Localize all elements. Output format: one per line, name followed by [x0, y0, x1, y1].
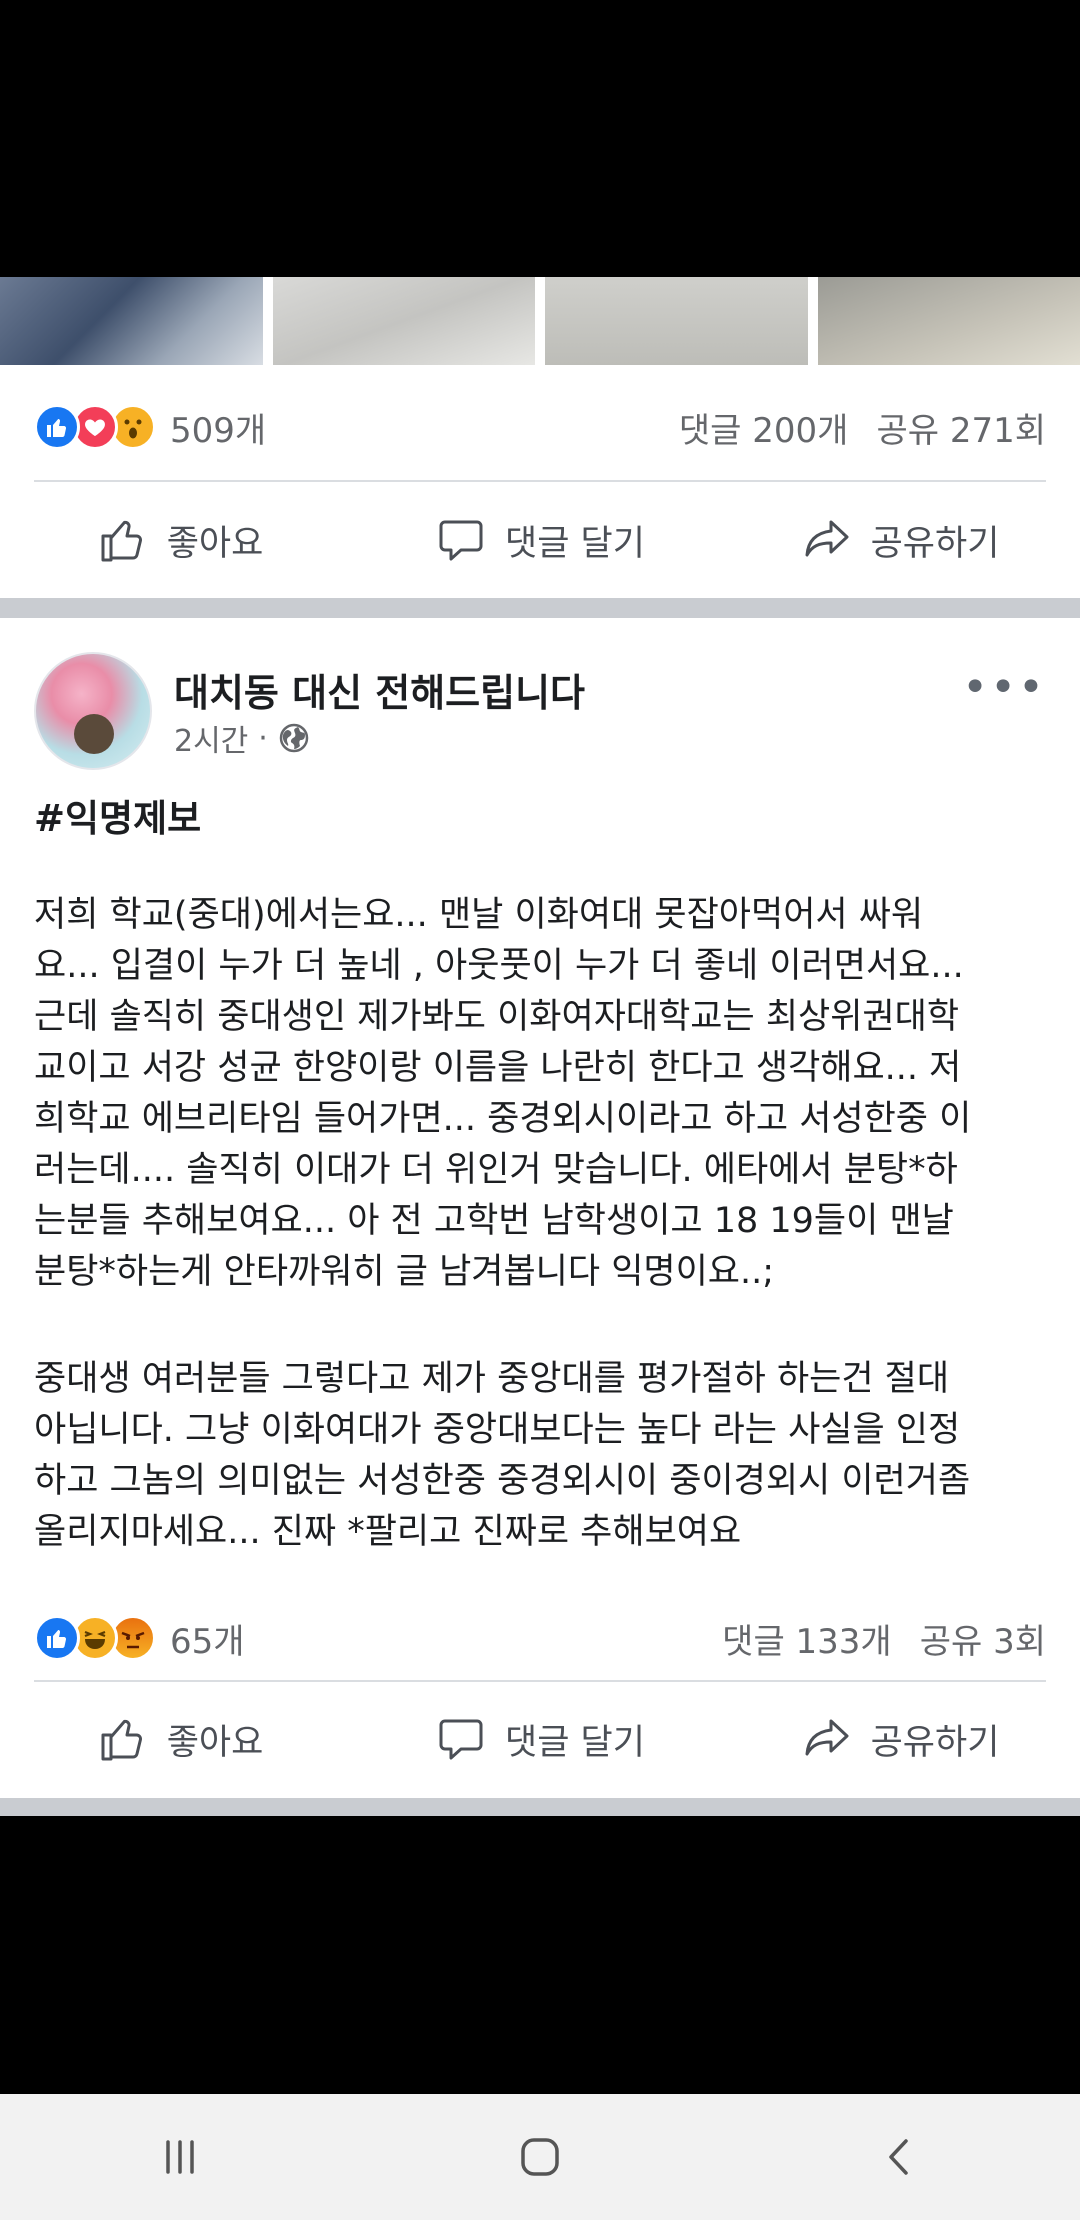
post-paragraph-2: 중대생 여러분들 그렇다고 제가 중앙대를 평가절하 하는건 절대 아닙니다. … — [34, 1359, 971, 1552]
comment-count[interactable]: 댓글 200개 — [679, 403, 849, 452]
divider — [34, 1680, 1046, 1682]
comment-button[interactable]: 댓글 달기 — [360, 1713, 720, 1765]
system-navigation-bar — [0, 2094, 1080, 2220]
meta-separator: · — [258, 720, 268, 756]
avatar-figure — [74, 714, 114, 754]
post-time[interactable]: 2시간 — [174, 716, 248, 760]
reactions-summary[interactable]: 65개 댓글 133개 공유 3회 — [34, 1608, 1046, 1668]
action-bar: 좋아요 댓글 달기 공유하기 — [0, 1694, 1080, 1784]
like-button[interactable]: 좋아요 — [0, 1713, 360, 1765]
recent-apps-icon — [166, 2140, 194, 2174]
thumbs-up-icon — [101, 1719, 142, 1761]
divider — [34, 480, 1046, 482]
page-avatar[interactable] — [34, 652, 152, 770]
comment-icon — [439, 520, 483, 561]
share-label: 공유하기 — [870, 1722, 1000, 1763]
like-reaction-icon — [34, 404, 80, 450]
photo-thumbnail[interactable] — [545, 277, 808, 365]
share-label: 공유하기 — [870, 523, 1000, 564]
back-button[interactable] — [840, 2117, 960, 2197]
home-button[interactable] — [480, 2117, 600, 2197]
comment-button[interactable]: 댓글 달기 — [360, 514, 720, 566]
comment-count[interactable]: 댓글 133개 — [722, 1614, 892, 1663]
share-button[interactable]: 공유하기 — [720, 1713, 1080, 1765]
like-button[interactable]: 좋아요 — [0, 514, 360, 566]
post-meta: 2시간 · — [174, 716, 310, 760]
like-label: 좋아요 — [166, 1722, 264, 1763]
reaction-count[interactable]: 509개 — [170, 403, 266, 452]
reaction-icons — [34, 404, 156, 450]
post-hashtag[interactable]: #익명제보 — [34, 788, 201, 842]
globe-icon — [279, 723, 309, 753]
like-label: 좋아요 — [166, 523, 264, 564]
like-reaction-icon — [34, 1615, 80, 1661]
share-button[interactable]: 공유하기 — [720, 514, 1080, 566]
feed-separator — [0, 1798, 1080, 1816]
comment-label: 댓글 달기 — [505, 523, 645, 564]
reaction-count[interactable]: 65개 — [170, 1614, 245, 1663]
post-card: 대치동 대신 전해드립니다 2시간 · ••• #익명제보 저희 학교(중대)에… — [0, 618, 1080, 1798]
photo-strip — [0, 277, 1080, 365]
home-icon — [521, 2138, 559, 2176]
black-top-area — [0, 0, 1080, 277]
photo-thumbnail[interactable] — [0, 277, 263, 365]
post-paragraph-1: 저희 학교(중대)에서는요... 맨날 이화여대 못잡아먹어서 싸워 요... … — [34, 895, 972, 1292]
comment-icon — [439, 1719, 483, 1760]
feed-separator — [0, 598, 1080, 618]
more-icon[interactable]: ••• — [962, 666, 1046, 710]
back-icon — [889, 2139, 908, 2175]
previous-post-footer: 509개 댓글 200개 공유 271회 좋아요 댓글 달기 공유하기 — [0, 365, 1080, 598]
action-bar: 좋아요 댓글 달기 공유하기 — [0, 495, 1080, 585]
page-name[interactable]: 대치동 대신 전해드립니다 — [174, 662, 585, 717]
reaction-icons — [34, 1615, 156, 1661]
black-bottom-area — [0, 1816, 1080, 2094]
share-icon — [805, 1719, 849, 1756]
share-count[interactable]: 공유 3회 — [920, 1614, 1046, 1663]
reactions-summary[interactable]: 509개 댓글 200개 공유 271회 — [34, 397, 1046, 457]
recent-apps-button[interactable] — [120, 2117, 240, 2197]
photo-thumbnail[interactable] — [272, 277, 535, 365]
comment-label: 댓글 달기 — [505, 1722, 645, 1763]
share-icon — [805, 520, 849, 557]
photo-thumbnail[interactable] — [817, 277, 1080, 365]
share-count[interactable]: 공유 271회 — [876, 403, 1046, 452]
thumbs-up-icon — [101, 520, 142, 562]
